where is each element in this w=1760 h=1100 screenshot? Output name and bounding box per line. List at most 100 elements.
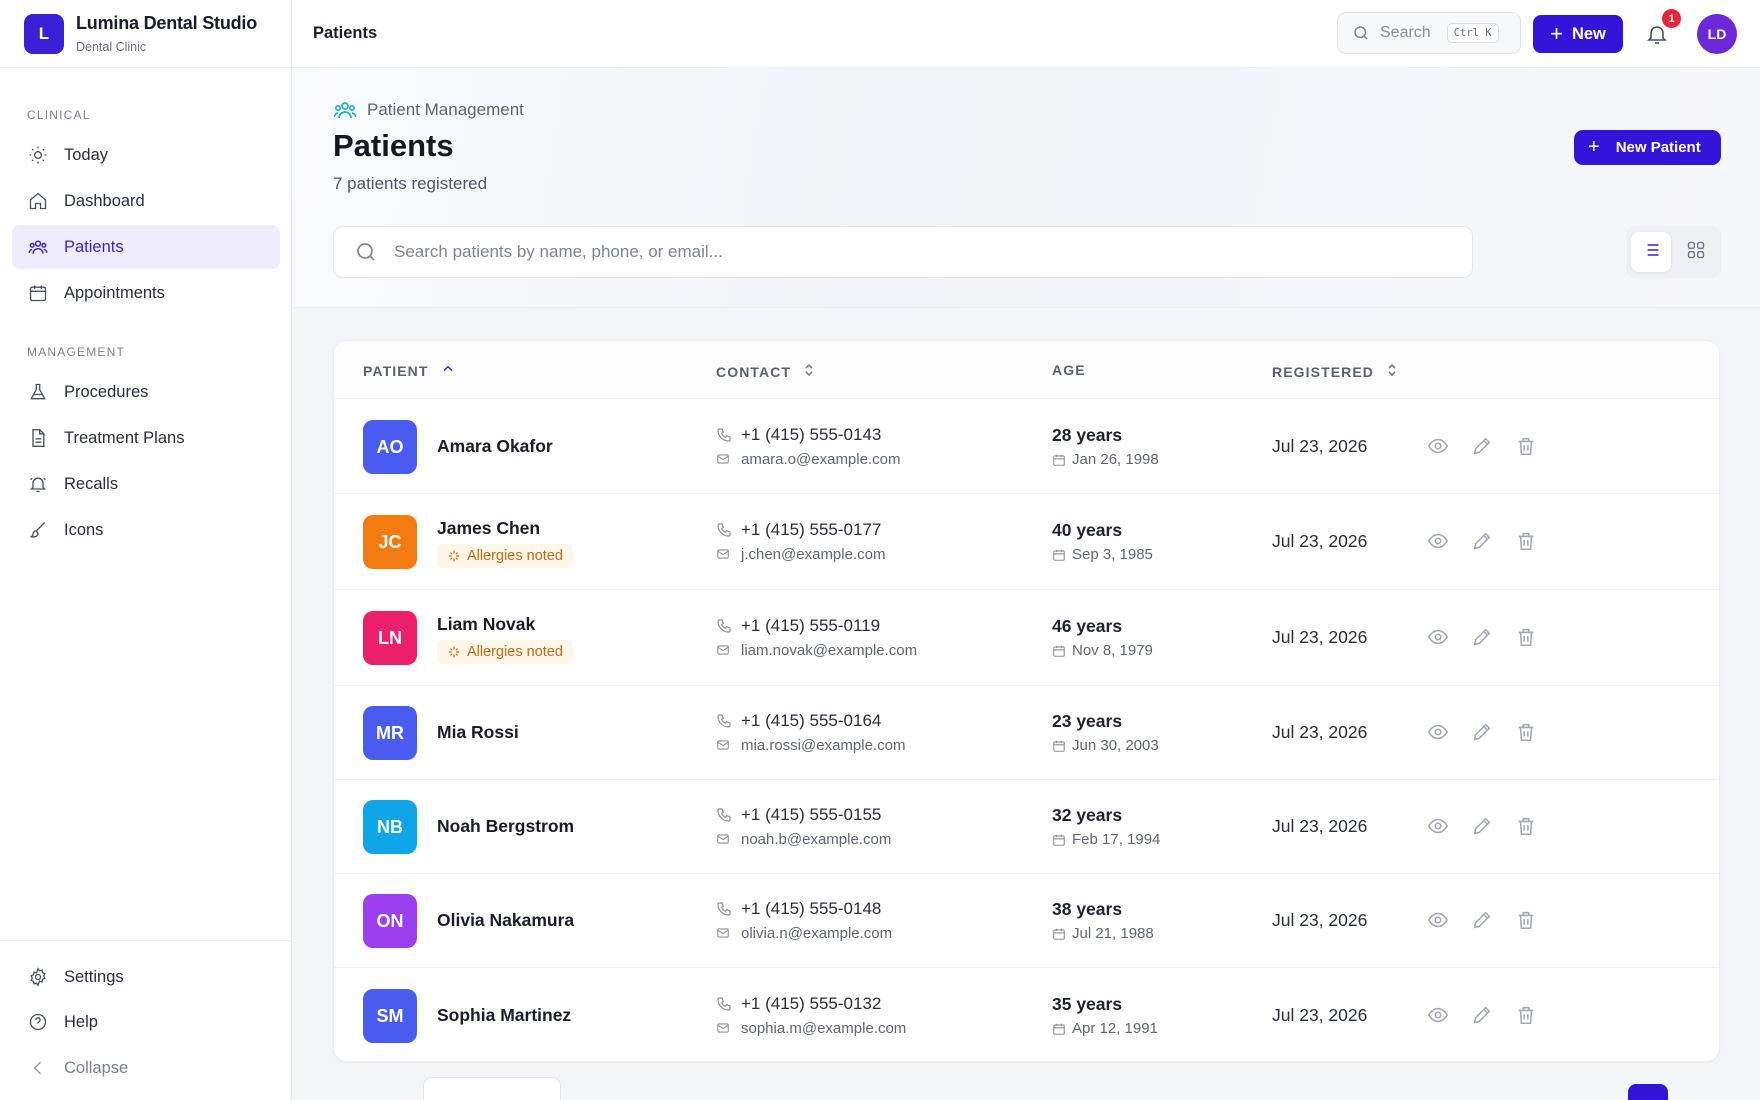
grid-view-button[interactable] (1676, 232, 1716, 272)
sidebar-item-settings[interactable]: Settings (12, 955, 280, 999)
trash-icon (1515, 1006, 1537, 1030)
patient-name[interactable]: Olivia Nakamura (437, 910, 574, 931)
sidebar-item-today[interactable]: Today (12, 133, 280, 177)
sidebar-item-label: Help (64, 1012, 98, 1031)
calendar-icon (27, 282, 49, 304)
allergy-badge: Allergies noted (437, 544, 573, 568)
table-row[interactable]: ON Olivia Nakamura +1 (415) 555-0148 oli… (334, 874, 1719, 968)
email-value: mia.rossi@example.com (741, 737, 906, 754)
sidebar-item-treatment-plans[interactable]: Treatment Plans (12, 416, 280, 460)
pencil-icon (1471, 437, 1493, 461)
sidebar-item-recalls[interactable]: Recalls (12, 462, 280, 506)
table-row[interactable]: AO Amara Okafor +1 (415) 555-0143 amara.… (334, 399, 1719, 494)
dob-value: Sep 3, 1985 (1072, 546, 1153, 563)
eyebrow: Patient Management (333, 98, 524, 122)
pencil-icon (1471, 723, 1493, 747)
phone-value: +1 (415) 555-0164 (741, 711, 882, 730)
patient-phone: +1 (415) 555-0164 (716, 711, 881, 731)
edit-patient-button[interactable] (1471, 909, 1495, 933)
page-button-current[interactable] (1628, 1084, 1668, 1100)
sidebar-item-help[interactable]: Help (12, 1000, 280, 1044)
brush-icon (27, 519, 49, 541)
delete-patient-button[interactable] (1515, 909, 1539, 933)
per-page-select[interactable] (423, 1077, 561, 1100)
view-patient-button[interactable] (1427, 815, 1451, 839)
sidebar-item-label: Collapse (64, 1058, 129, 1077)
edit-patient-button[interactable] (1471, 530, 1495, 554)
sidebar-item-dashboard[interactable]: Dashboard (12, 179, 280, 223)
calendar-icon (1052, 833, 1066, 847)
email-value: liam.novak@example.com (741, 642, 918, 659)
view-patient-button[interactable] (1427, 909, 1451, 933)
delete-patient-button[interactable] (1515, 626, 1539, 650)
grid-icon (1686, 240, 1706, 265)
view-patient-button[interactable] (1427, 1004, 1451, 1028)
sidebar-item-patients[interactable]: Patients (12, 225, 280, 269)
search-icon (1352, 24, 1370, 42)
new-button[interactable]: + New (1533, 15, 1623, 53)
patient-name[interactable]: Mia Rossi (437, 722, 519, 743)
eye-icon (1427, 1007, 1449, 1030)
table-row[interactable]: SM Sophia Martinez +1 (415) 555-0132 sop… (334, 968, 1719, 1063)
patient-phone: +1 (415) 555-0155 (716, 805, 881, 825)
phone-value: +1 (415) 555-0119 (741, 616, 881, 635)
sidebar-item-procedures[interactable]: Procedures (12, 370, 280, 414)
column-contact[interactable]: CONTACT (716, 362, 815, 381)
sidebar-item-label: Recalls (64, 474, 119, 493)
trash-icon (1515, 437, 1537, 461)
view-patient-button[interactable] (1427, 721, 1451, 745)
edit-patient-button[interactable] (1471, 1004, 1495, 1028)
sidebar-collapse[interactable]: Collapse (12, 1046, 280, 1090)
view-patient-button[interactable] (1427, 530, 1451, 554)
edit-patient-button[interactable] (1471, 815, 1495, 839)
patients-table: PATIENT CONTACT AGE REGISTERED AO Amara … (333, 340, 1720, 1062)
patient-search-input[interactable]: Search patients by name, phone, or email… (333, 226, 1473, 278)
patient-age: 23 years (1052, 711, 1123, 731)
column-registered[interactable]: REGISTERED (1272, 362, 1398, 381)
edit-patient-button[interactable] (1471, 626, 1495, 650)
patient-name[interactable]: Sophia Martinez (437, 1005, 571, 1026)
user-avatar[interactable]: LD (1697, 14, 1737, 54)
delete-patient-button[interactable] (1515, 435, 1539, 459)
patient-name[interactable]: Liam Novak (437, 614, 535, 635)
edit-patient-button[interactable] (1471, 721, 1495, 745)
patient-registered: Jul 23, 2026 (1272, 436, 1368, 456)
table-row[interactable]: MR Mia Rossi +1 (415) 555-0164 mia.rossi… (334, 686, 1719, 780)
edit-patient-button[interactable] (1471, 435, 1495, 459)
patient-avatar: MR (363, 706, 417, 760)
sidebar-item-label: Procedures (64, 382, 149, 401)
table-row[interactable]: LN Liam Novak Allergies noted +1 (415) 5… (334, 590, 1719, 686)
patient-phone: +1 (415) 555-0132 (716, 994, 881, 1014)
new-patient-button[interactable]: + New Patient (1574, 130, 1721, 165)
column-patient[interactable]: PATIENT (363, 362, 455, 379)
sidebar-item-icons[interactable]: Icons (12, 508, 280, 552)
patient-name[interactable]: Amara Okafor (437, 436, 553, 457)
global-search-label: Search (1380, 24, 1431, 41)
delete-patient-button[interactable] (1515, 721, 1539, 745)
delete-patient-button[interactable] (1515, 530, 1539, 554)
column-label: REGISTERED (1272, 363, 1375, 380)
patient-name[interactable]: Noah Bergstrom (437, 816, 574, 837)
patient-search-placeholder: Search patients by name, phone, or email… (394, 242, 723, 261)
sidebar-item-label: Icons (64, 520, 104, 539)
patient-dob: Apr 12, 1991 (1052, 1020, 1158, 1037)
sparkle-icon (447, 549, 461, 563)
delete-patient-button[interactable] (1515, 815, 1539, 839)
view-patient-button[interactable] (1427, 626, 1451, 650)
patient-avatar: AO (363, 420, 417, 474)
allergy-label: Allergies noted (467, 548, 563, 564)
table-row[interactable]: NB Noah Bergstrom +1 (415) 555-0155 noah… (334, 780, 1719, 874)
mail-icon (716, 738, 732, 754)
brand[interactable]: L Lumina Dental Studio Dental Clinic (0, 0, 291, 68)
mail-icon (716, 1021, 732, 1037)
table-row[interactable]: JC James Chen Allergies noted +1 (415) 5… (334, 494, 1719, 590)
delete-patient-button[interactable] (1515, 1004, 1539, 1028)
patient-name[interactable]: James Chen (437, 518, 540, 539)
sidebar-item-appointments[interactable]: Appointments (12, 271, 280, 315)
sort-asc-icon (441, 362, 455, 379)
patient-age: 35 years (1052, 994, 1123, 1014)
view-patient-button[interactable] (1427, 435, 1451, 459)
global-search[interactable]: Search Ctrl K (1337, 12, 1521, 54)
dob-value: Nov 8, 1979 (1072, 642, 1153, 659)
list-view-button[interactable] (1631, 232, 1671, 272)
